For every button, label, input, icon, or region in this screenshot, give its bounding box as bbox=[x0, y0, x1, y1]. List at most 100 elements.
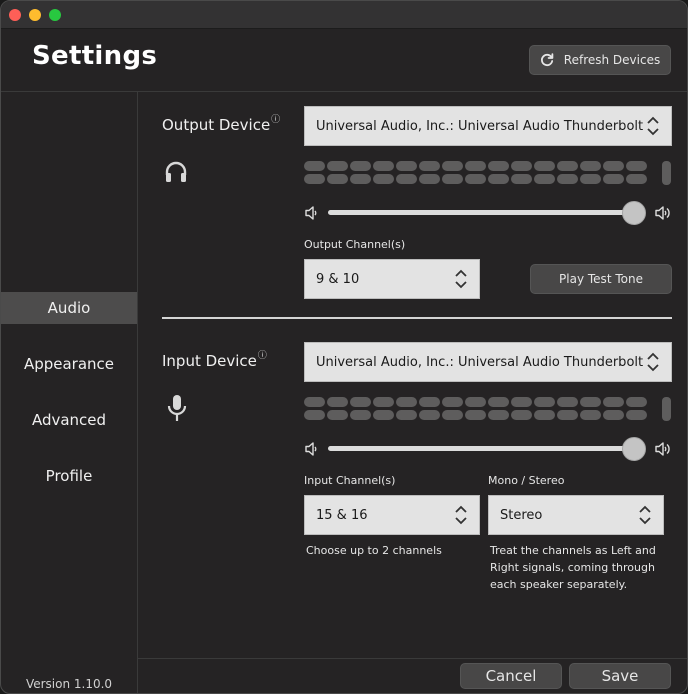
save-button[interactable]: Save bbox=[569, 663, 671, 689]
save-label: Save bbox=[601, 667, 639, 685]
mono-stereo-value: Stereo bbox=[500, 507, 543, 523]
output-device-value: Universal Audio, Inc.: Universal Audio T… bbox=[316, 118, 644, 134]
meter-segment bbox=[580, 161, 601, 171]
audio-settings-panel: Output Deviceⓘ Universal Audio, Inc.: Un… bbox=[138, 92, 687, 659]
input-volume-slider[interactable] bbox=[304, 437, 672, 461]
chevron-updown-icon bbox=[455, 269, 467, 289]
sidebar: Audio Appearance Advanced Profile Versio… bbox=[1, 92, 138, 693]
minimize-window-button[interactable] bbox=[29, 9, 41, 21]
refresh-devices-button[interactable]: Refresh Devices bbox=[529, 45, 671, 75]
sidebar-item-advanced[interactable]: Advanced bbox=[1, 404, 137, 436]
meter-segment bbox=[534, 174, 555, 184]
meter-segment bbox=[396, 161, 417, 171]
chevron-updown-icon bbox=[647, 116, 659, 136]
meter-segment bbox=[327, 161, 348, 171]
meter-segment bbox=[442, 397, 463, 407]
volume-high-icon bbox=[655, 442, 670, 456]
output-level-meter bbox=[304, 161, 647, 184]
mono-stereo-label: Mono / Stereo bbox=[488, 474, 565, 487]
meter-segment bbox=[327, 397, 348, 407]
meter-segment bbox=[534, 410, 555, 420]
meter-segment bbox=[488, 410, 509, 420]
sidebar-item-label: Appearance bbox=[23, 355, 115, 373]
volume-low-icon bbox=[305, 206, 317, 220]
meter-segment bbox=[488, 174, 509, 184]
input-meter-scrollbar[interactable] bbox=[662, 397, 671, 421]
help-icon[interactable]: ⓘ bbox=[258, 351, 267, 361]
close-window-button[interactable] bbox=[9, 9, 21, 21]
help-icon[interactable]: ⓘ bbox=[271, 115, 280, 125]
meter-segment bbox=[603, 410, 624, 420]
volume-thumb[interactable] bbox=[622, 201, 646, 225]
settings-window: Settings Refresh Devices Audio Appearanc… bbox=[0, 0, 688, 694]
meter-segment bbox=[557, 174, 578, 184]
output-device-label: Output Deviceⓘ bbox=[162, 115, 281, 134]
header: Settings Refresh Devices bbox=[1, 29, 687, 92]
meter-segment bbox=[327, 174, 348, 184]
meter-segment bbox=[419, 410, 440, 420]
meter-segment bbox=[373, 410, 394, 420]
meter-segment bbox=[580, 397, 601, 407]
play-test-tone-button[interactable]: Play Test Tone bbox=[530, 264, 672, 294]
volume-high-icon bbox=[655, 206, 670, 220]
volume-track bbox=[328, 210, 634, 215]
meter-segment bbox=[626, 161, 647, 171]
meter-segment bbox=[534, 397, 555, 407]
output-channel-select[interactable]: 9 & 10 bbox=[304, 259, 480, 299]
volume-thumb[interactable] bbox=[622, 437, 646, 461]
mono-stereo-select[interactable]: Stereo bbox=[488, 495, 664, 535]
zoom-window-button[interactable] bbox=[49, 9, 61, 21]
meter-segment bbox=[419, 174, 440, 184]
input-device-label: Input Deviceⓘ bbox=[162, 351, 267, 370]
sidebar-item-label: Audio bbox=[47, 299, 91, 317]
meter-segment bbox=[396, 410, 417, 420]
meter-segment bbox=[350, 161, 371, 171]
meter-segment bbox=[442, 161, 463, 171]
input-device-select[interactable]: Universal Audio, Inc.: Universal Audio T… bbox=[304, 342, 672, 382]
chevron-updown-icon bbox=[639, 505, 651, 525]
microphone-icon bbox=[167, 395, 187, 421]
meter-segment bbox=[373, 161, 394, 171]
output-channel-value: 9 & 10 bbox=[316, 271, 360, 287]
cancel-button[interactable]: Cancel bbox=[460, 663, 562, 689]
meter-segment bbox=[557, 161, 578, 171]
meter-segment bbox=[626, 397, 647, 407]
play-test-tone-label: Play Test Tone bbox=[559, 272, 643, 286]
input-level-meter bbox=[304, 397, 647, 420]
cancel-label: Cancel bbox=[485, 667, 537, 685]
sidebar-item-profile[interactable]: Profile bbox=[1, 460, 137, 492]
sidebar-item-audio[interactable]: Audio bbox=[1, 292, 137, 324]
input-channel-hint: Choose up to 2 channels bbox=[306, 544, 442, 557]
meter-segment bbox=[419, 161, 440, 171]
meter-segment bbox=[580, 174, 601, 184]
output-meter-scrollbar[interactable] bbox=[662, 161, 671, 185]
input-channel-select[interactable]: 15 & 16 bbox=[304, 495, 480, 535]
title-bar bbox=[1, 1, 687, 29]
input-channel-value: 15 & 16 bbox=[316, 507, 368, 523]
footer: Cancel Save bbox=[138, 658, 687, 693]
meter-segment bbox=[350, 410, 371, 420]
sidebar-item-label: Advanced bbox=[31, 411, 107, 429]
output-channel-label: Output Channel(s) bbox=[304, 238, 406, 251]
meter-segment bbox=[488, 161, 509, 171]
sidebar-item-appearance[interactable]: Appearance bbox=[1, 348, 137, 380]
input-device-value: Universal Audio, Inc.: Universal Audio T… bbox=[316, 354, 644, 370]
output-device-select[interactable]: Universal Audio, Inc.: Universal Audio T… bbox=[304, 106, 672, 146]
meter-segment bbox=[511, 397, 532, 407]
chevron-updown-icon bbox=[647, 352, 659, 372]
headphones-icon bbox=[165, 161, 187, 182]
meter-segment bbox=[442, 174, 463, 184]
volume-low-icon bbox=[305, 442, 317, 456]
meter-segment bbox=[534, 161, 555, 171]
meter-segment bbox=[304, 410, 325, 420]
meter-segment bbox=[304, 397, 325, 407]
mono-stereo-hint: Treat the channels as Left and Right sig… bbox=[490, 544, 656, 591]
meter-segment bbox=[557, 410, 578, 420]
meter-segment bbox=[304, 174, 325, 184]
meter-segment bbox=[488, 397, 509, 407]
output-volume-slider[interactable] bbox=[304, 201, 672, 225]
meter-segment bbox=[580, 410, 601, 420]
meter-segment bbox=[603, 174, 624, 184]
meter-segment bbox=[511, 174, 532, 184]
meter-segment bbox=[396, 174, 417, 184]
